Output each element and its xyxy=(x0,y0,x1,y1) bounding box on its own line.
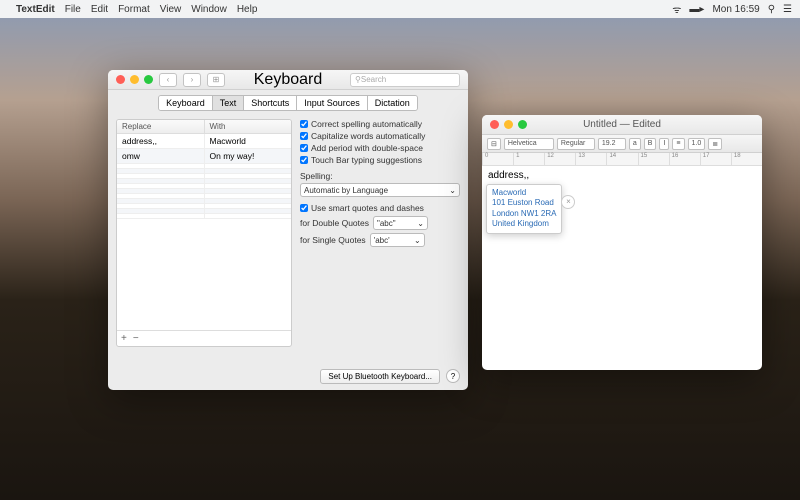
list-button[interactable]: ≣ xyxy=(708,138,722,150)
check-touchbar[interactable]: Touch Bar typing suggestions xyxy=(300,155,460,165)
close-button[interactable] xyxy=(116,75,125,84)
options-panel: Correct spelling automatically Capitaliz… xyxy=(300,119,460,347)
remove-button[interactable]: − xyxy=(133,333,139,344)
font-select[interactable]: Helvetica xyxy=(504,138,554,150)
tab-dictation[interactable]: Dictation xyxy=(368,96,417,110)
check-smart-quotes[interactable]: Use smart quotes and dashes xyxy=(300,203,460,213)
spacing-select[interactable]: 1.0 xyxy=(688,138,706,150)
grid-button[interactable]: ⊞ xyxy=(207,73,225,87)
autocomplete-popup[interactable]: Macworld 101 Euston Road London NW1 2RA … xyxy=(486,184,562,234)
spelling-select[interactable]: Automatic by Language⌄ xyxy=(300,183,460,197)
check-correct-spelling[interactable]: Correct spelling automatically xyxy=(300,119,460,129)
clock[interactable]: Mon 16:59 xyxy=(712,4,759,15)
prefs-tabs: Keyboard Text Shortcuts Input Sources Di… xyxy=(108,90,468,115)
search-input[interactable]: ⚲ Search xyxy=(350,73,460,87)
replacements-table: ReplaceWith address,,Macworld omwOn my w… xyxy=(116,119,292,347)
typed-text: address,, xyxy=(488,170,529,181)
tab-input-sources[interactable]: Input Sources xyxy=(297,96,368,110)
menu-window[interactable]: Window xyxy=(191,4,227,15)
close-button[interactable] xyxy=(490,120,499,129)
battery-icon[interactable]: ▬▸ xyxy=(689,4,704,15)
align-button[interactable]: ≡ xyxy=(672,138,684,150)
table-row[interactable]: address,,Macworld xyxy=(117,134,291,149)
tab-keyboard[interactable]: Keyboard xyxy=(159,96,213,110)
col-replace[interactable]: Replace xyxy=(117,120,205,133)
prefs-toolbar: ‹ › ⊞ Keyboard ⚲ Search xyxy=(108,70,468,90)
ruler-icon[interactable]: ⊟ xyxy=(487,138,501,150)
textedit-window: Untitled — Edited ⊟ Helvetica Regular 19… xyxy=(482,115,762,370)
menu-file[interactable]: File xyxy=(65,4,81,15)
bold-button[interactable]: B xyxy=(644,138,657,150)
ruler[interactable]: 0112131415161718 xyxy=(482,153,762,166)
minimize-button[interactable] xyxy=(130,75,139,84)
back-button[interactable]: ‹ xyxy=(159,73,177,87)
autocomplete-close[interactable]: × xyxy=(561,195,575,209)
textedit-toolbar: ⊟ Helvetica Regular 19.2 a B I ≡ 1.0 ≣ xyxy=(482,135,762,153)
tab-shortcuts[interactable]: Shortcuts xyxy=(244,96,297,110)
single-quotes-label: for Single Quotes xyxy=(300,235,366,245)
forward-button[interactable]: › xyxy=(183,73,201,87)
style-select[interactable]: Regular xyxy=(557,138,595,150)
notification-icon[interactable]: ☰ xyxy=(783,4,792,15)
zoom-button[interactable] xyxy=(518,120,527,129)
text-area[interactable]: address,, Macworld 101 Euston Road Londo… xyxy=(482,166,762,185)
table-row[interactable]: omwOn my way! xyxy=(117,149,291,164)
check-period[interactable]: Add period with double-space xyxy=(300,143,460,153)
help-button[interactable]: ? xyxy=(446,369,460,383)
tab-text[interactable]: Text xyxy=(213,96,245,110)
italic-button[interactable]: I xyxy=(659,138,669,150)
add-button[interactable]: + xyxy=(121,333,127,344)
spelling-label: Spelling: xyxy=(300,171,460,181)
single-quotes-select[interactable]: 'abc'⌄ xyxy=(370,233,425,247)
bluetooth-keyboard-button[interactable]: Set Up Bluetooth Keyboard... xyxy=(320,369,440,384)
color-button[interactable]: a xyxy=(629,138,641,150)
col-with[interactable]: With xyxy=(205,120,292,133)
spotlight-icon[interactable]: ⚲ xyxy=(768,4,775,15)
menubar: TextEdit File Edit Format View Window He… xyxy=(0,0,800,18)
prefs-window: ‹ › ⊞ Keyboard ⚲ Search Keyboard Text Sh… xyxy=(108,70,468,390)
wifi-icon[interactable]: ᯤ xyxy=(672,2,681,16)
check-capitalize[interactable]: Capitalize words automatically xyxy=(300,131,460,141)
menu-edit[interactable]: Edit xyxy=(91,4,108,15)
double-quotes-select[interactable]: "abc"⌄ xyxy=(373,216,428,230)
menu-help[interactable]: Help xyxy=(237,4,258,15)
zoom-button[interactable] xyxy=(144,75,153,84)
size-select[interactable]: 19.2 xyxy=(598,138,626,150)
app-name[interactable]: TextEdit xyxy=(16,4,55,15)
menu-view[interactable]: View xyxy=(160,4,182,15)
minimize-button[interactable] xyxy=(504,120,513,129)
double-quotes-label: for Double Quotes xyxy=(300,218,369,228)
menu-format[interactable]: Format xyxy=(118,4,150,15)
